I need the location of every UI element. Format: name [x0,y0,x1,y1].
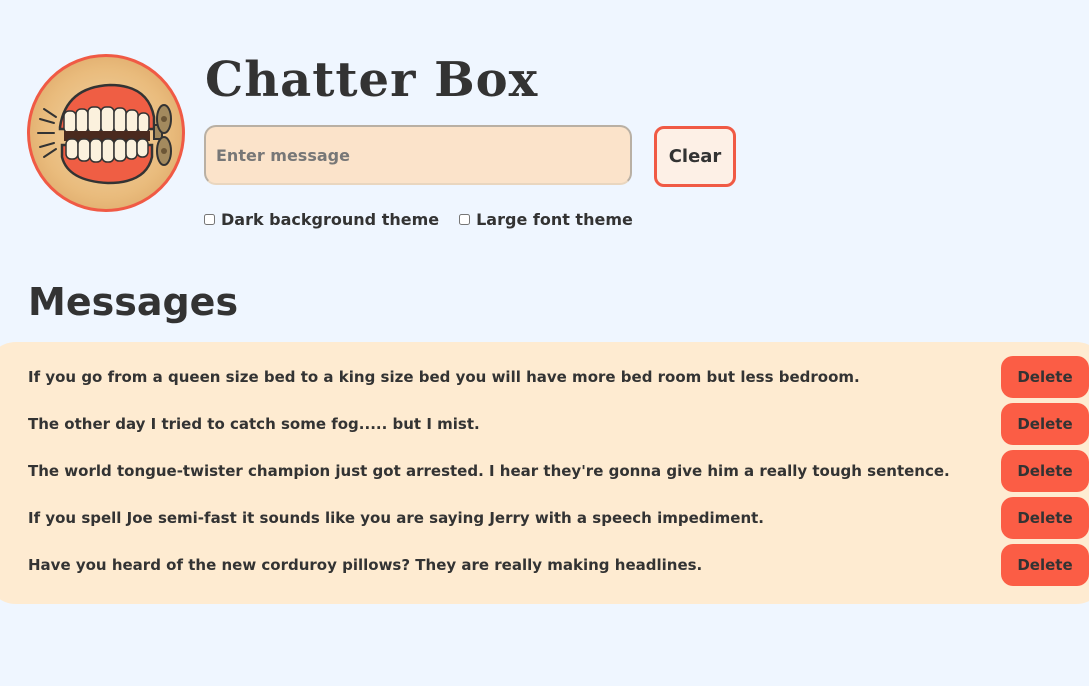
delete-button[interactable]: Delete [1001,544,1089,586]
large-font-toggle[interactable]: Large font theme [459,210,633,229]
message-item: The world tongue-twister champion just g… [28,450,1089,492]
message-item: The other day I tried to catch some fog.… [28,403,1089,445]
dark-theme-toggle[interactable]: Dark background theme [204,210,439,229]
page-title: Chatter Box [205,52,539,108]
messages-heading: Messages [28,280,239,324]
message-text: If you spell Joe semi-fast it sounds lik… [28,509,764,527]
message-text: If you go from a queen size bed to a kin… [28,368,860,386]
clear-button[interactable]: Clear [654,126,736,187]
message-text: The world tongue-twister champion just g… [28,462,950,480]
large-font-checkbox[interactable] [459,214,471,225]
delete-button[interactable]: Delete [1001,497,1089,539]
message-item: Have you heard of the new corduroy pillo… [28,544,1089,586]
dark-theme-checkbox[interactable] [204,214,215,225]
message-item: If you spell Joe semi-fast it sounds lik… [28,497,1089,539]
theme-toggles: Dark background theme Large font theme [204,210,653,229]
large-font-label: Large font theme [476,210,633,229]
message-text: The other day I tried to catch some fog.… [28,415,480,433]
message-list: If you go from a queen size bed to a kin… [0,342,1089,604]
message-input[interactable] [204,125,632,185]
message-text: Have you heard of the new corduroy pillo… [28,556,703,574]
delete-button[interactable]: Delete [1001,450,1089,492]
chattering-teeth-icon [27,54,185,212]
delete-button[interactable]: Delete [1001,356,1089,398]
chatter-box-page: Chatter Box Clear Dark background theme … [0,0,1089,686]
message-item: If you go from a queen size bed to a kin… [28,356,1089,398]
dark-theme-label: Dark background theme [221,210,440,229]
delete-button[interactable]: Delete [1001,403,1089,445]
